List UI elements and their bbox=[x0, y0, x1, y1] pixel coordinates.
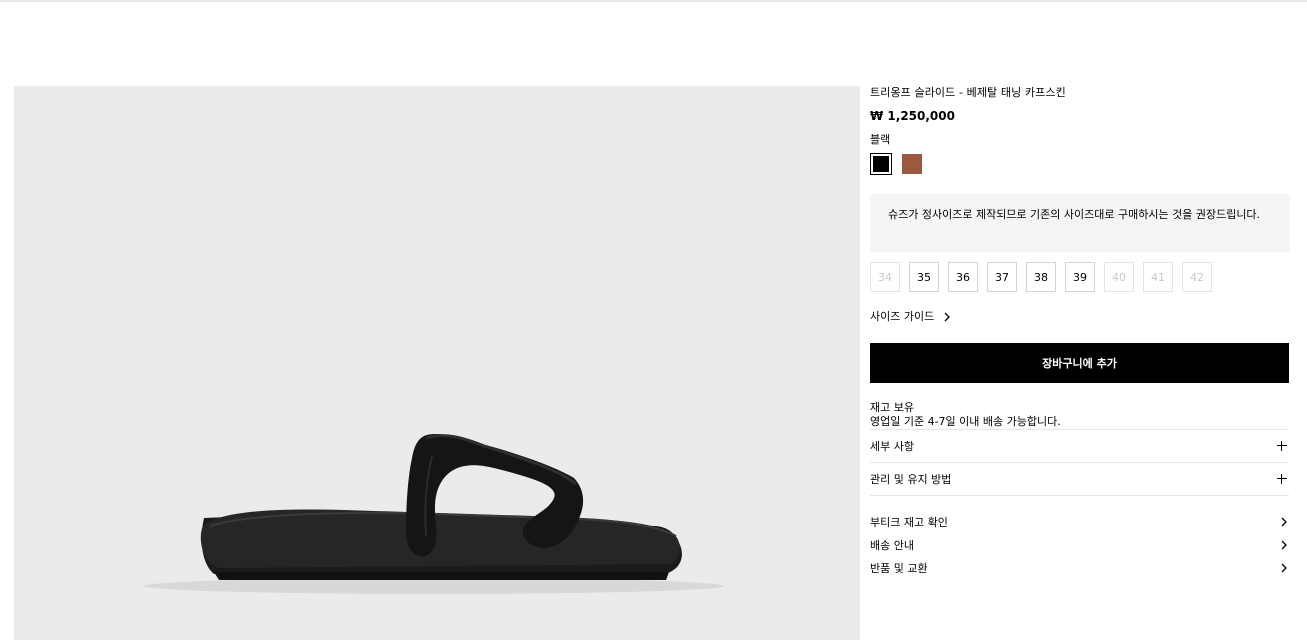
size-option-42[interactable]: 42 bbox=[1182, 262, 1212, 292]
chevron-right-icon bbox=[1281, 517, 1287, 526]
accordion-care-label: 관리 및 유지 방법 bbox=[870, 473, 952, 486]
product-image[interactable] bbox=[14, 86, 860, 640]
link-returns[interactable]: 반품 및 교환 bbox=[870, 556, 1289, 579]
link-boutique-stock-label: 부티크 재고 확인 bbox=[870, 515, 948, 529]
stock-info: 재고 보유 영업일 기준 4-7일 이내 배송 가능합니다. bbox=[870, 401, 1290, 429]
link-boutique-stock[interactable]: 부티크 재고 확인 bbox=[870, 510, 1289, 533]
size-option-38[interactable]: 38 bbox=[1026, 262, 1056, 292]
delivery-note: 영업일 기준 4-7일 이내 배송 가능합니다. bbox=[870, 415, 1061, 428]
chevron-right-icon bbox=[1281, 563, 1287, 572]
accordion-care[interactable]: 관리 및 유지 방법 bbox=[870, 462, 1289, 495]
swatch-black[interactable] bbox=[870, 153, 892, 175]
selected-color-label: 블랙 bbox=[870, 133, 891, 146]
link-delivery-label: 배송 안내 bbox=[870, 538, 914, 552]
size-notice: 슈즈가 정사이즈로 제작되므로 기존의 사이즈대로 구매하시는 것을 권장드립니… bbox=[870, 194, 1290, 252]
accordion-details-label: 세부 사항 bbox=[870, 440, 914, 453]
size-option-37[interactable]: 37 bbox=[987, 262, 1017, 292]
stock-status: 재고 보유 bbox=[870, 401, 914, 414]
swatch-tan[interactable] bbox=[902, 154, 922, 174]
product-title: 트리옹프 슬라이드 - 베제탈 태닝 카프스킨 bbox=[870, 86, 1066, 99]
size-selector: 34 35 36 37 38 39 40 41 42 bbox=[870, 262, 1290, 292]
link-returns-label: 반품 및 교환 bbox=[870, 561, 928, 575]
product-price: ₩ 1,250,000 bbox=[870, 109, 955, 123]
product-info-panel: 트리옹프 슬라이드 - 베제탈 태닝 카프스킨 ₩ 1,250,000 블랙 슈… bbox=[870, 85, 1290, 579]
size-option-40[interactable]: 40 bbox=[1104, 262, 1134, 292]
add-to-cart-button[interactable]: 장바구니에 추가 bbox=[870, 343, 1289, 383]
size-guide-link[interactable]: 사이즈 가이드 bbox=[870, 310, 1290, 324]
size-option-41[interactable]: 41 bbox=[1143, 262, 1173, 292]
size-option-36[interactable]: 36 bbox=[948, 262, 978, 292]
slide-sandal-illustration bbox=[144, 433, 724, 594]
size-option-35[interactable]: 35 bbox=[909, 262, 939, 292]
size-option-39[interactable]: 39 bbox=[1065, 262, 1095, 292]
plus-icon bbox=[1277, 474, 1287, 484]
size-guide-label: 사이즈 가이드 bbox=[870, 310, 935, 323]
top-divider bbox=[0, 0, 1307, 2]
size-option-34[interactable]: 34 bbox=[870, 262, 900, 292]
swatch-black-fill bbox=[873, 156, 889, 172]
swatch-tan-fill bbox=[902, 154, 922, 174]
accordion-details[interactable]: 세부 사항 bbox=[870, 429, 1289, 462]
info-links: 부티크 재고 확인 배송 안내 반품 및 교환 bbox=[870, 495, 1289, 579]
chevron-right-icon bbox=[944, 312, 951, 322]
link-delivery[interactable]: 배송 안내 bbox=[870, 533, 1289, 556]
chevron-right-icon bbox=[1281, 540, 1287, 549]
plus-icon bbox=[1277, 441, 1287, 451]
color-swatches bbox=[870, 153, 1290, 175]
